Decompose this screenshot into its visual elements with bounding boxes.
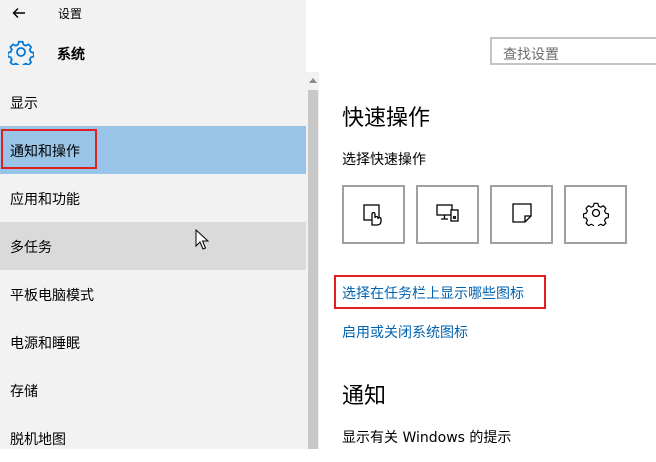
sidebar-item-label: 电源和睡眠 <box>10 336 80 352</box>
tablet-mode-icon <box>361 200 387 230</box>
sidebar-item-label: 存储 <box>10 384 38 400</box>
mouse-cursor-icon <box>195 228 210 251</box>
page-header: 系统 <box>0 34 306 72</box>
highlight-box <box>334 275 546 309</box>
gear-icon <box>6 39 35 69</box>
sidebar-item-offline-maps[interactable]: 脱机地图 <box>0 414 306 462</box>
settings-gear-icon <box>582 200 609 230</box>
page-title: 系统 <box>57 47 85 63</box>
sidebar-item-label: 平板电脑模式 <box>10 288 94 304</box>
quick-actions-heading: 快速操作 <box>342 106 431 131</box>
sidebar-item-multitasking[interactable]: 多任务 <box>0 222 306 270</box>
sidebar-item-label: 多任务 <box>10 240 52 256</box>
quick-action-tile-settings[interactable] <box>564 185 627 244</box>
arrow-left-icon <box>12 4 26 23</box>
title-bar: 设置 <box>0 0 656 26</box>
quick-actions-subtitle: 选择快速操作 <box>342 152 426 168</box>
search-input[interactable]: 查找设置 <box>490 37 656 65</box>
system-icons-link[interactable]: 启用或关闭系统图标 <box>342 322 468 342</box>
highlight-box <box>1 129 97 169</box>
sidebar-item-tablet-mode[interactable]: 平板电脑模式 <box>0 270 306 318</box>
quick-action-tile-note[interactable] <box>490 185 553 244</box>
sidebar-item-label: 脱机地图 <box>10 432 66 448</box>
scroll-up-arrow-icon[interactable] <box>309 78 317 83</box>
notifications-heading: 通知 <box>342 384 387 409</box>
scrollbar-thumb[interactable] <box>308 90 318 449</box>
sidebar-item-label: 显示 <box>10 96 38 112</box>
sidebar-item-storage[interactable]: 存储 <box>0 366 306 414</box>
search-placeholder: 查找设置 <box>503 47 559 63</box>
sidebar-item-label: 应用和功能 <box>10 192 80 208</box>
project-display-icon <box>435 200 461 230</box>
quick-action-tile-tablet-mode[interactable] <box>342 185 405 244</box>
quick-action-tile-project[interactable] <box>416 185 479 244</box>
back-button[interactable] <box>6 2 32 24</box>
sidebar-item-power-sleep[interactable]: 电源和睡眠 <box>0 318 306 366</box>
sidebar-item-apps[interactable]: 应用和功能 <box>0 174 306 222</box>
note-icon <box>509 200 535 230</box>
window-title: 设置 <box>58 7 83 21</box>
sidebar-item-display[interactable]: 显示 <box>0 78 306 126</box>
windows-tips-label: 显示有关 Windows 的提示 <box>342 430 512 446</box>
